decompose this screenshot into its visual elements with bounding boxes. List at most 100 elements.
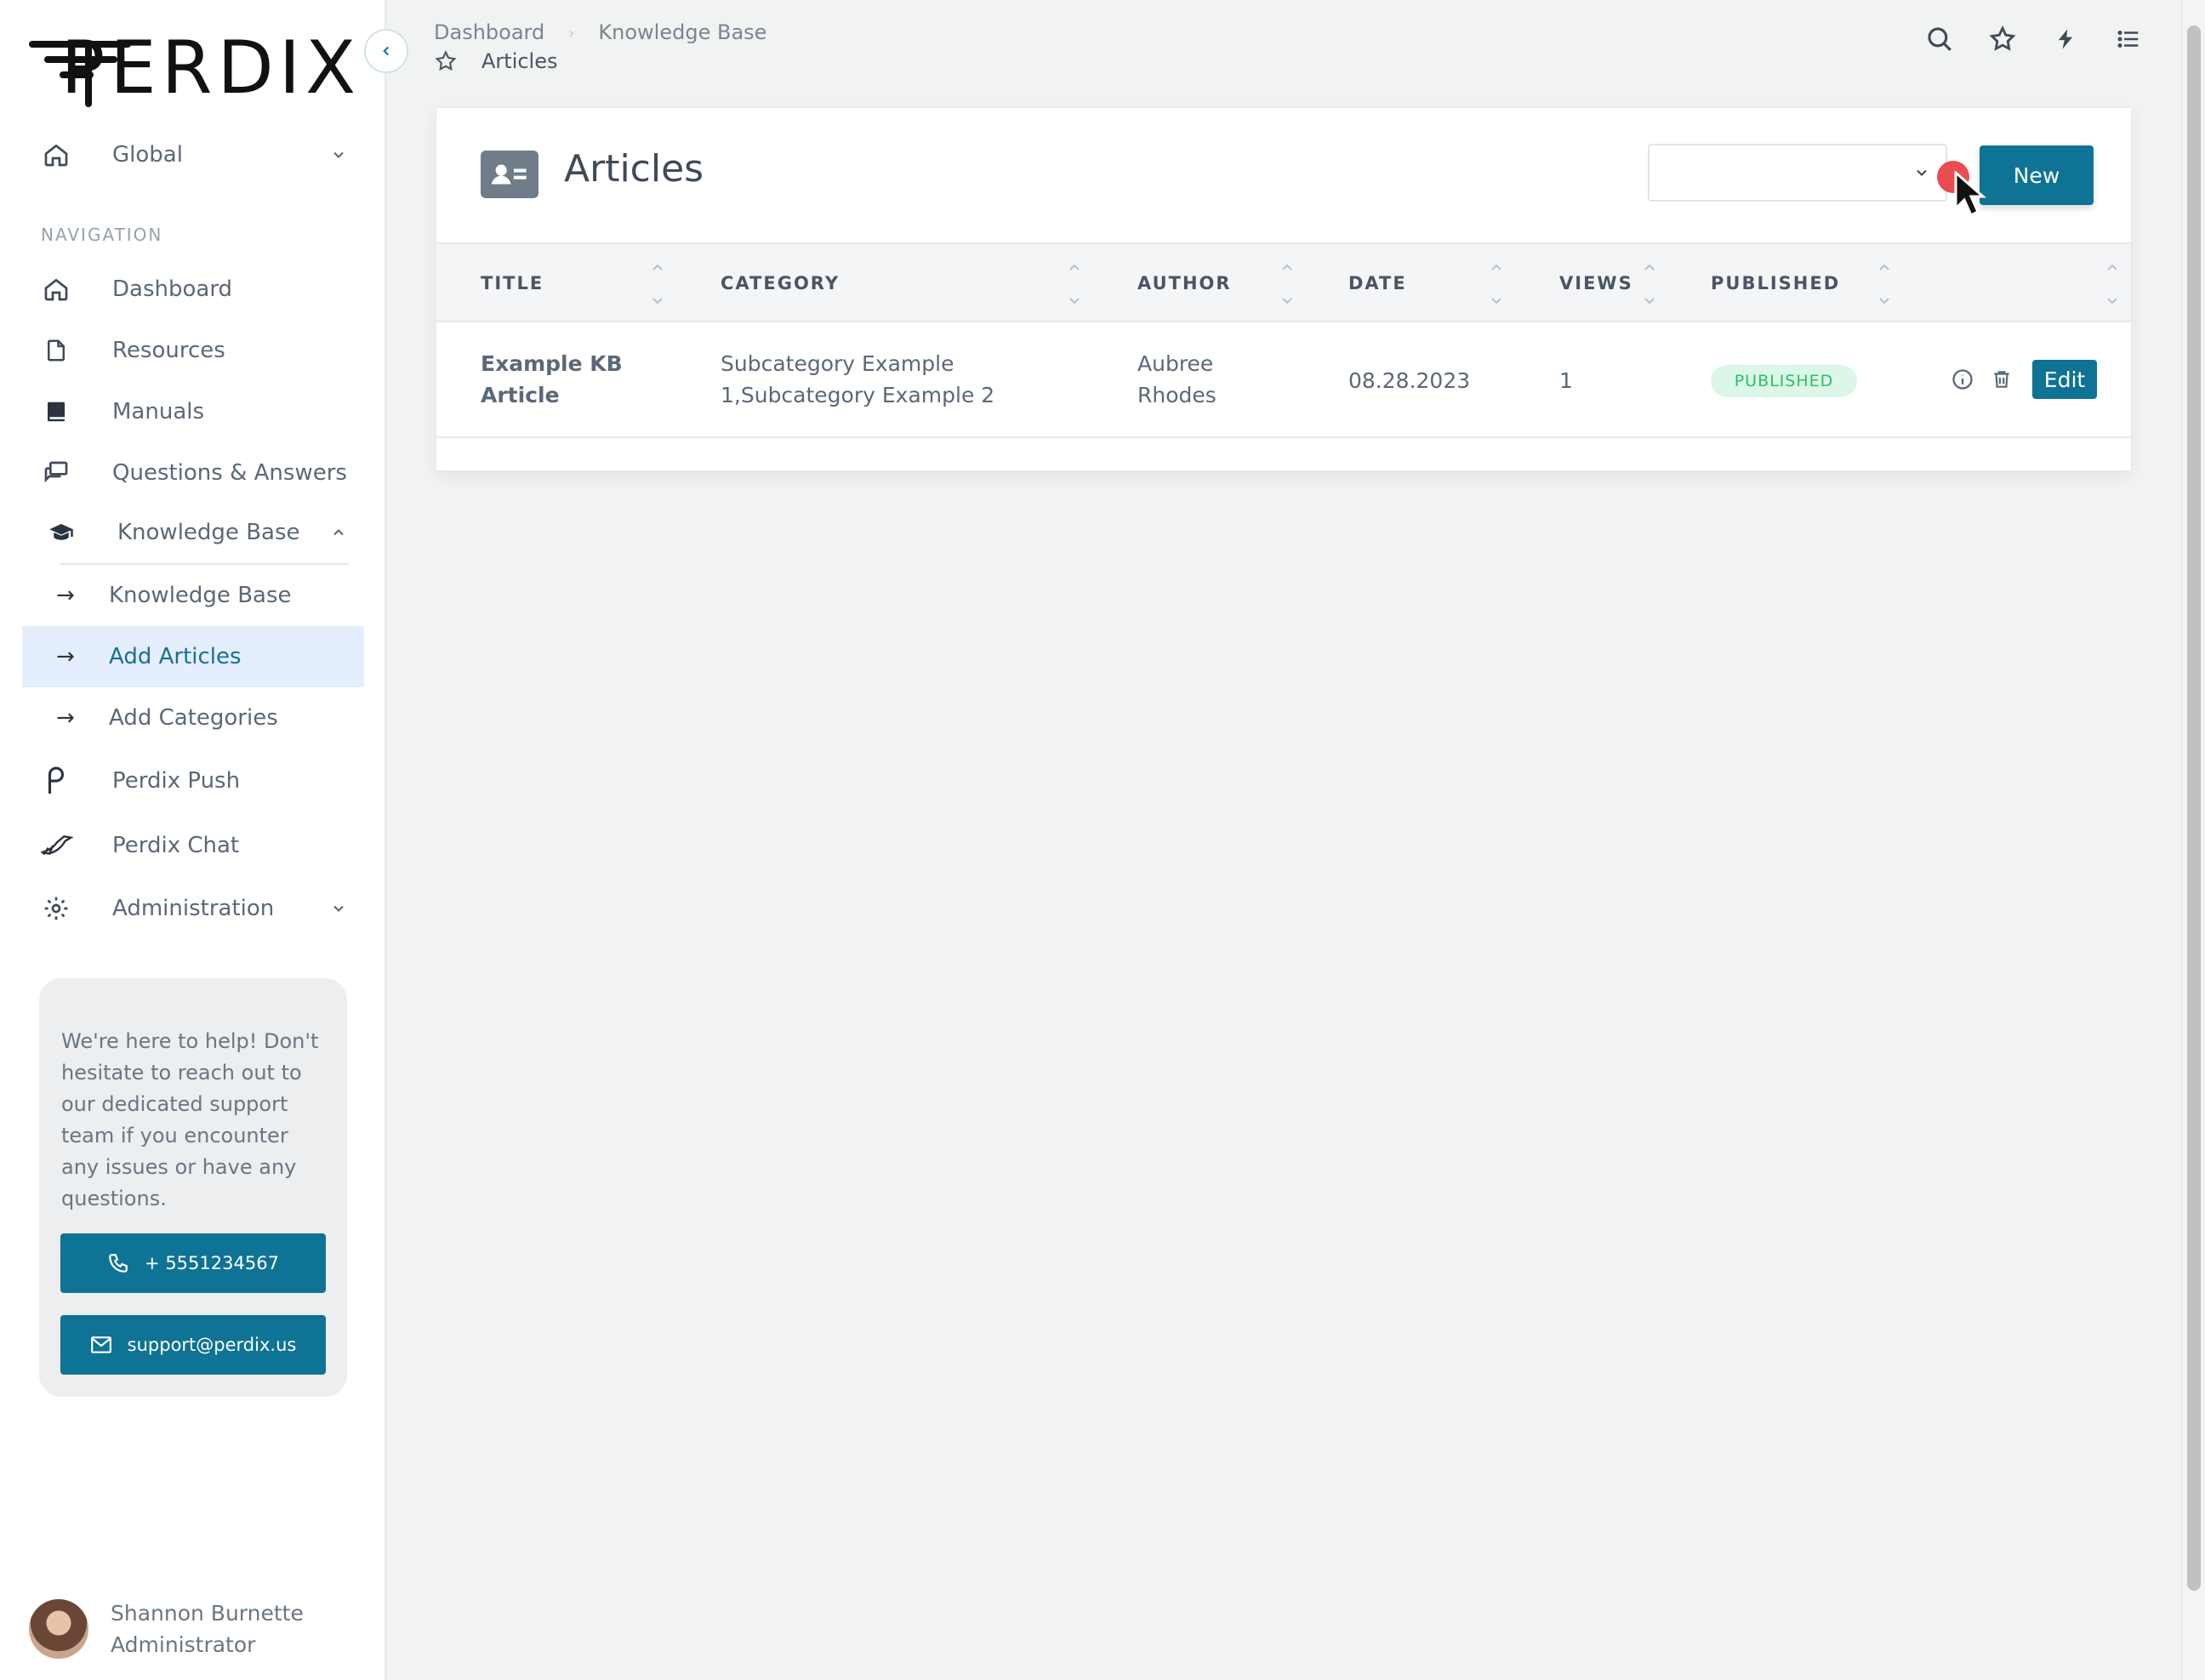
sidebar: PERDIX Global NAVIGATION Dashboard Resou… — [0, 0, 386, 1680]
cell-category: Subcategory Example 1,Subcategory Exampl… — [721, 348, 994, 411]
sort-icon[interactable] — [1066, 263, 1083, 305]
breadcrumb-separator-icon: › — [568, 25, 575, 43]
sidebar-item-label: Global — [112, 142, 183, 168]
cell-date: 08.28.2023 — [1348, 368, 1471, 393]
column-header-published[interactable]: PUBLISHED — [1711, 273, 1840, 293]
user-name: Shannon Burnette — [111, 1601, 304, 1626]
edit-button[interactable]: Edit — [2032, 360, 2097, 399]
filter-select[interactable] — [1648, 144, 1947, 202]
cell-title-line: Example KB — [481, 351, 623, 376]
sort-icon[interactable] — [1488, 263, 1505, 305]
list-icon[interactable] — [2111, 22, 2145, 56]
sidebar-item-administration[interactable]: Administration — [22, 878, 364, 939]
chevron-down-icon — [1913, 164, 1930, 185]
cell-title-line: Article — [481, 383, 560, 407]
phone-number: + 5551234567 — [145, 1253, 279, 1273]
sort-icon[interactable] — [1641, 263, 1658, 305]
sidebar-item-label: Questions & Answers — [112, 460, 347, 486]
sort-icon[interactable] — [1279, 263, 1296, 305]
user-role: Administrator — [111, 1632, 256, 1657]
page-title: Articles — [481, 49, 558, 73]
arrow-right-icon: → — [56, 583, 75, 608]
sidebar-item-label: Knowledge Base — [117, 520, 300, 545]
sidebar-item-label: Administration — [112, 896, 275, 921]
row-actions: Edit — [1949, 360, 2097, 399]
column-header-author[interactable]: AUTHOR — [1137, 273, 1232, 293]
chevron-up-icon — [327, 521, 350, 544]
sidebar-item-perdix-chat[interactable]: Perdix Chat — [22, 815, 364, 876]
cell-category-line: 1,Subcategory Example 2 — [721, 383, 995, 407]
sidebar-item-manuals[interactable]: Manuals — [22, 381, 364, 442]
sidebar-item-global[interactable]: Global — [22, 124, 364, 185]
scrollbar-thumb[interactable] — [2187, 26, 2201, 1591]
column-header-views[interactable]: VIEWS — [1559, 273, 1633, 293]
sidebar-item-knowledge-base[interactable]: Knowledge Base — [22, 502, 364, 563]
breadcrumb: Dashboard › Knowledge Base — [434, 20, 766, 48]
perdix-push-icon — [39, 764, 73, 798]
sidebar-item-questions-answers[interactable]: Questions & Answers — [22, 442, 364, 504]
column-header-category[interactable]: CATEGORY — [721, 273, 840, 293]
sidebar-subitem-add-categories[interactable]: → Add Categories — [22, 687, 364, 749]
table-row[interactable]: Example KB Article Subcategory Example 1… — [436, 322, 2131, 438]
sidebar-item-label: Perdix Chat — [112, 833, 240, 858]
chat-bubbles-icon — [39, 456, 73, 490]
perdix-logo[interactable]: PERDIX — [29, 26, 361, 111]
support-email: support@perdix.us — [127, 1335, 297, 1355]
arrow-right-icon: → — [56, 644, 75, 669]
sidebar-subitem-knowledge-base[interactable]: → Knowledge Base — [22, 565, 364, 626]
id-card-icon — [481, 151, 538, 198]
favorite-star-icon[interactable] — [434, 49, 458, 73]
new-article-button[interactable]: New — [1980, 145, 2094, 205]
cell-category-line: Subcategory Example — [721, 351, 954, 376]
sort-icon[interactable] — [2104, 263, 2121, 305]
cell-author: Aubree Rhodes — [1137, 348, 1216, 411]
search-icon[interactable] — [1923, 22, 1957, 56]
cell-title[interactable]: Example KB Article — [481, 348, 623, 411]
page-scrollbar[interactable] — [2181, 0, 2205, 1680]
card-header: Articles New — [436, 108, 2131, 242]
perdix-logo-mark-icon — [29, 26, 131, 111]
chevron-left-icon — [383, 46, 390, 56]
home-icon — [39, 272, 73, 306]
sort-icon[interactable] — [649, 263, 666, 305]
top-toolbar — [1923, 22, 2145, 56]
sidebar-subitem-label: Knowledge Base — [109, 583, 292, 608]
support-help-box: We're here to help! Don't hesitate to re… — [39, 978, 347, 1397]
sort-icon[interactable] — [1876, 263, 1893, 305]
book-icon — [39, 395, 73, 429]
avatar — [29, 1599, 88, 1659]
column-header-date[interactable]: DATE — [1348, 273, 1407, 293]
cell-author-line: Rhodes — [1137, 383, 1216, 407]
support-phone-button[interactable]: + 5551234567 — [60, 1233, 326, 1293]
lightning-icon[interactable] — [2048, 22, 2082, 56]
trash-icon[interactable] — [1988, 366, 2015, 393]
phone-icon — [107, 1252, 129, 1274]
user-profile[interactable]: Shannon Burnette Administrator — [29, 1597, 304, 1660]
bird-icon — [39, 829, 73, 863]
sidebar-item-resources[interactable]: Resources — [22, 320, 364, 381]
help-text: We're here to help! Don't hesitate to re… — [61, 1029, 319, 1210]
sidebar-item-label: Manuals — [112, 399, 205, 424]
mail-icon — [90, 1335, 112, 1354]
sidebar-item-label: Perdix Push — [112, 768, 241, 794]
gear-icon — [39, 891, 73, 925]
sidebar-subitem-add-articles[interactable]: → Add Articles — [22, 626, 364, 687]
navigation-section-label: NAVIGATION — [41, 225, 163, 245]
arrow-right-icon: → — [56, 705, 75, 731]
table-header: TITLE CATEGORY AUTHOR DATE VIEWS PUBLISH… — [436, 242, 2131, 322]
column-header-title[interactable]: TITLE — [481, 273, 544, 293]
graduation-cap-icon — [44, 515, 78, 550]
status-badge: PUBLISHED — [1711, 365, 1857, 397]
chevron-down-icon — [327, 897, 350, 920]
star-icon[interactable] — [1986, 22, 2020, 56]
sidebar-item-perdix-push[interactable]: Perdix Push — [22, 750, 364, 812]
sidebar-item-label: Dashboard — [112, 276, 233, 302]
breadcrumb-dashboard[interactable]: Dashboard — [434, 20, 544, 48]
breadcrumb-knowledge-base[interactable]: Knowledge Base — [598, 20, 766, 48]
file-icon — [39, 333, 73, 367]
support-email-button[interactable]: support@perdix.us — [60, 1315, 326, 1375]
collapse-sidebar-button[interactable] — [364, 29, 408, 73]
info-icon[interactable] — [1949, 366, 1976, 393]
home-icon — [39, 138, 73, 172]
sidebar-item-dashboard[interactable]: Dashboard — [22, 259, 364, 320]
